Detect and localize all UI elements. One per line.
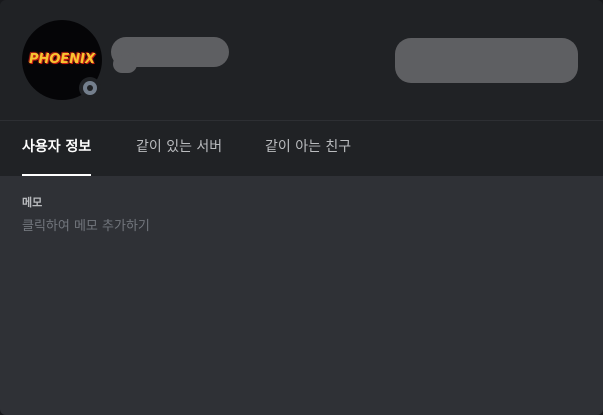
offline-status-icon bbox=[83, 81, 97, 95]
user-profile-modal: PHOENIX 사용자 정보 같이 있는 서버 같이 아는 친구 메모 bbox=[0, 0, 603, 415]
tab-user-info[interactable]: 사용자 정보 bbox=[22, 121, 92, 176]
memo-input[interactable] bbox=[22, 216, 582, 236]
profile-header: PHOENIX bbox=[0, 0, 603, 120]
redaction-blob bbox=[113, 55, 137, 73]
memo-label: 메모 bbox=[22, 196, 43, 209]
redacted-action-button[interactable] bbox=[395, 38, 578, 83]
redacted-username bbox=[111, 37, 229, 73]
profile-tabs: 사용자 정보 같이 있는 서버 같이 아는 친구 bbox=[0, 120, 603, 177]
status-indicator bbox=[79, 77, 101, 99]
avatar-container[interactable]: PHOENIX bbox=[22, 20, 102, 100]
tab-mutual-friends[interactable]: 같이 아는 친구 bbox=[265, 121, 351, 176]
profile-body: 메모 bbox=[0, 176, 603, 415]
tab-mutual-servers[interactable]: 같이 있는 서버 bbox=[136, 121, 222, 176]
avatar-logo-text: PHOENIX bbox=[28, 52, 96, 67]
